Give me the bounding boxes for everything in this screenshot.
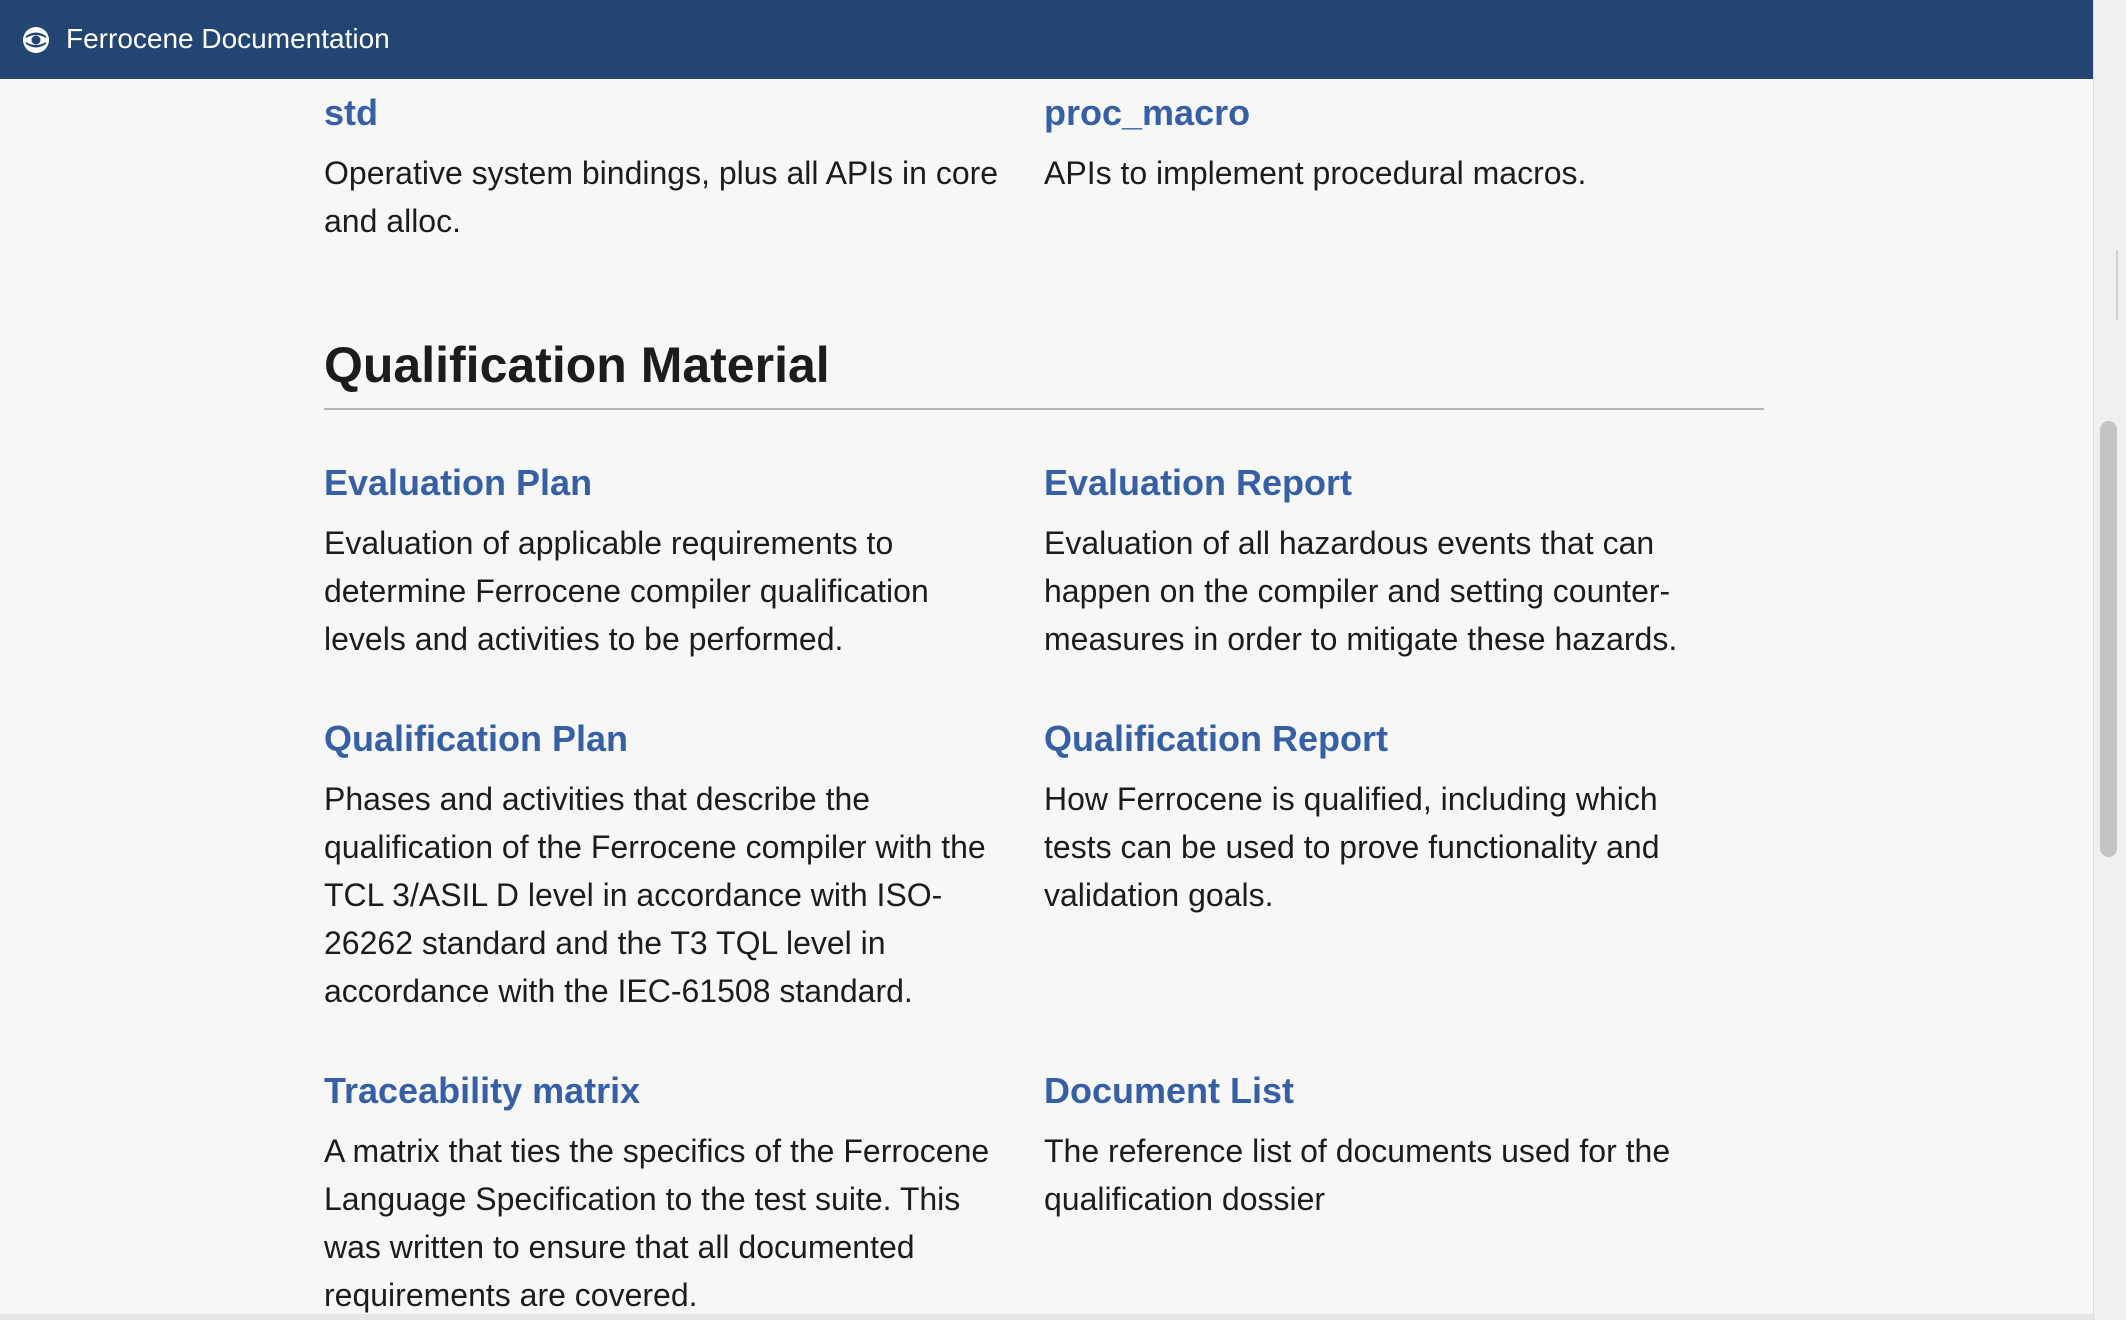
card-traceability-matrix: Traceability matrix A matrix that ties t… [324, 1067, 1004, 1319]
card-description: The reference list of documents used for… [1044, 1133, 1671, 1217]
browser-page: Ferrocene Documentation std Operative sy… [0, 0, 2093, 1320]
card-title-link[interactable]: Qualification Plan [324, 715, 1004, 763]
top-header-bar: Ferrocene Documentation [0, 0, 2093, 79]
section-heading: Qualification Material [324, 337, 830, 393]
card-qualification-plan: Qualification Plan Phases and activities… [324, 715, 1004, 1015]
card-qualification-report: Qualification Report How Ferrocene is qu… [1044, 715, 1724, 919]
site-title-link[interactable]: Ferrocene Documentation [66, 20, 390, 58]
card-title-link[interactable]: Qualification Report [1044, 715, 1724, 763]
card-title-link[interactable]: Evaluation Report [1044, 459, 1724, 507]
window-bottom-edge [0, 1314, 2093, 1320]
card-title-link[interactable]: Traceability matrix [324, 1067, 1004, 1115]
card-title-link[interactable]: Document List [1044, 1067, 1724, 1115]
ferrocene-logo-icon[interactable] [21, 25, 51, 55]
card-evaluation-report: Evaluation Report Evaluation of all haza… [1044, 459, 1724, 663]
card-description: Evaluation of all hazardous events that … [1044, 525, 1678, 657]
card-title-link[interactable]: proc_macro [1044, 89, 1724, 137]
card-std: std Operative system bindings, plus all … [324, 89, 1004, 245]
vertical-scrollbar[interactable] [2093, 0, 2126, 1320]
card-title-link[interactable]: Evaluation Plan [324, 459, 1004, 507]
scrollbar-thumb[interactable] [2100, 421, 2117, 857]
section-divider [324, 408, 1764, 410]
window-edge-decoration [2116, 250, 2126, 320]
card-description: A matrix that ties the specifics of the … [324, 1133, 990, 1313]
card-description: Evaluation of applicable requirements to… [324, 525, 929, 657]
card-description: APIs to implement procedural macros. [1044, 155, 1587, 191]
card-description: How Ferrocene is qualified, including wh… [1044, 781, 1660, 913]
card-proc-macro: proc_macro APIs to implement procedural … [1044, 89, 1724, 197]
card-description: Operative system bindings, plus all APIs… [324, 155, 999, 239]
card-title-link[interactable]: std [324, 89, 1004, 137]
card-description: Phases and activities that describe the … [324, 781, 986, 1009]
card-document-list: Document List The reference list of docu… [1044, 1067, 1724, 1223]
card-evaluation-plan: Evaluation Plan Evaluation of applicable… [324, 459, 1004, 663]
